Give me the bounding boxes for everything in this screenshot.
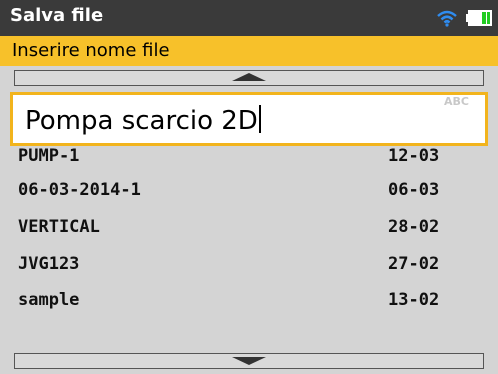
file-name: PUMP-1 — [18, 146, 80, 166]
filename-input-text[interactable]: Pompa scarcio 2D — [25, 105, 261, 136]
filename-value: Pompa scarcio 2D — [25, 106, 258, 136]
list-item[interactable]: 06-03-2014-1 06-03 — [0, 174, 498, 208]
instruction-label: Inserire nome file — [12, 40, 170, 61]
arrow-down-icon — [232, 357, 266, 365]
scroll-up-button[interactable] — [14, 70, 484, 86]
file-list: PUMP-1 12-03 06-03-2014-1 06-03 VERTICAL… — [0, 121, 498, 349]
wifi-icon — [437, 10, 457, 27]
title-bar: Salva file — [0, 0, 498, 36]
battery-icon — [466, 10, 492, 26]
file-date: 13-02 — [388, 290, 440, 310]
file-name: JVG123 — [18, 254, 80, 274]
file-date: 06-03 — [388, 180, 440, 200]
list-item[interactable]: VERTICAL 28-02 — [0, 211, 498, 245]
file-name: sample — [18, 290, 80, 310]
file-date: 28-02 — [388, 217, 440, 237]
file-name: 06-03-2014-1 — [18, 180, 141, 200]
scroll-down-button[interactable] — [14, 353, 484, 369]
file-date: 27-02 — [388, 254, 440, 274]
text-cursor — [258, 105, 261, 133]
list-item[interactable]: sample 13-02 — [0, 284, 498, 318]
filename-input[interactable]: Pompa scarcio 2D — [10, 92, 488, 146]
instruction-bar: Inserire nome file — [0, 36, 498, 66]
screen-title: Salva file — [10, 5, 104, 26]
list-item[interactable]: JVG123 27-02 — [0, 248, 498, 282]
file-date: 12-03 — [388, 146, 440, 166]
input-mode-indicator: ABC — [444, 95, 469, 108]
file-name: VERTICAL — [18, 217, 100, 237]
arrow-up-icon — [232, 73, 266, 81]
